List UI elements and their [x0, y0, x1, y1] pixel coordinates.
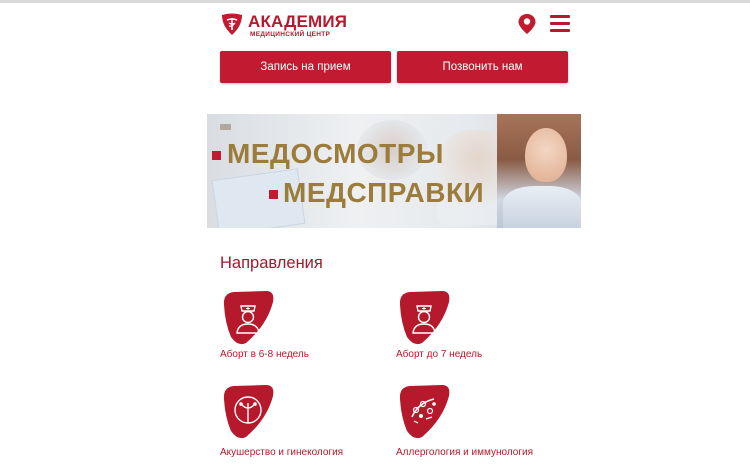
brand-logo[interactable]: АКАДЕМИЯ МЕДИЦИНСКИЙ ЦЕНТР [220, 10, 360, 40]
banner-bullet [212, 151, 221, 160]
female-reproductive-icon [223, 385, 274, 439]
logo-mark-icon [222, 13, 242, 35]
banner-line-2: МЕДСПРАВКИ [283, 177, 485, 208]
direction-card[interactable]: Акушерство и гинекология [220, 383, 390, 473]
direction-label: Аллергология и иммунология [396, 447, 534, 458]
direction-label: Аборт в 6-8 недель [220, 349, 309, 360]
brand-subtitle: МЕДИЦИНСКИЙ ЦЕНТР [250, 31, 331, 38]
call-us-button[interactable]: Позвонить нам [397, 51, 568, 83]
direction-card[interactable]: Аборт до 7 недель [396, 289, 566, 379]
appointment-button[interactable]: Запись на прием [220, 51, 391, 83]
site-header: АКАДЕМИЯ МЕДИЦИНСКИЙ ЦЕНТР [207, 0, 581, 46]
direction-card[interactable]: Аборт в 6-8 недель [220, 289, 390, 379]
allergy-cells-icon [399, 385, 450, 439]
promo-banner[interactable]: МЕДОСМОТРЫ МЕДСПРАВКИ [207, 114, 581, 228]
nurse-icon [399, 291, 450, 345]
mobile-page: АКАДЕМИЯ МЕДИЦИНСКИЙ ЦЕНТР Запись на при… [207, 0, 581, 464]
banner-woman-face [525, 128, 567, 182]
location-pin-icon[interactable] [517, 13, 537, 35]
directions-title: Направления [220, 254, 323, 272]
banner-tag [220, 124, 231, 130]
direction-label: Акушерство и гинекология [220, 447, 344, 458]
banner-line-1: МЕДОСМОТРЫ [227, 138, 444, 169]
nurse-icon [223, 291, 274, 345]
banner-woman-coat [503, 186, 581, 228]
banner-bullet [269, 190, 278, 199]
menu-icon[interactable] [550, 14, 570, 34]
brand-name: АКАДЕМИЯ [248, 12, 348, 31]
direction-card[interactable]: Аллергология и иммунология [396, 383, 566, 473]
direction-label: Аборт до 7 недель [396, 349, 483, 360]
